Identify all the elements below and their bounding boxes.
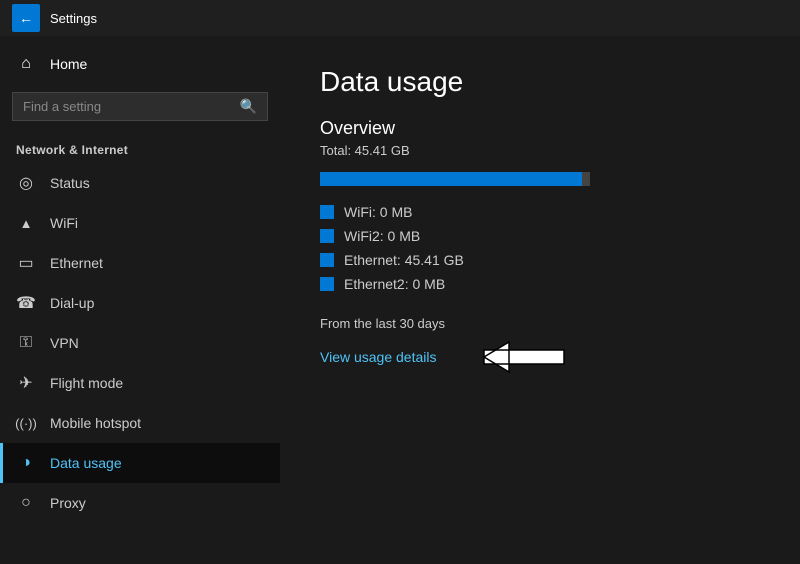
progress-bar (320, 172, 590, 186)
data-usage-icon: ◑ (16, 453, 36, 473)
sidebar-home-label: Home (50, 56, 87, 72)
usage-dot-wifi2 (320, 229, 334, 243)
title-bar: ← Settings (0, 0, 800, 36)
usage-dot-ethernet2 (320, 277, 334, 291)
from-label: From the last 30 days (320, 316, 760, 331)
sidebar-item-proxy[interactable]: ○ Proxy (0, 483, 280, 523)
sidebar-item-dialup[interactable]: ☎ Dial-up (0, 283, 280, 323)
search-box: 🔍 (12, 92, 268, 121)
usage-items-list: WiFi: 0 MB WiFi2: 0 MB Ethernet: 45.41 G… (320, 204, 760, 292)
sidebar-item-wifi[interactable]: ▲ WiFi (0, 203, 280, 243)
sidebar-item-label: Status (50, 175, 90, 191)
usage-dot-wifi (320, 205, 334, 219)
usage-item-wifi2: WiFi2: 0 MB (320, 228, 760, 244)
overview-title: Overview (320, 118, 760, 139)
home-icon: ⌂ (16, 54, 36, 74)
status-icon: ◎ (16, 173, 36, 193)
sidebar-item-label: VPN (50, 335, 79, 351)
sidebar-item-home[interactable]: ⌂ Home (0, 44, 280, 84)
sidebar-item-status[interactable]: ◎ Status (0, 163, 280, 203)
usage-item-ethernet-label: Ethernet: 45.41 GB (344, 252, 464, 268)
usage-item-wifi2-label: WiFi2: 0 MB (344, 228, 420, 244)
page-title: Data usage (320, 66, 760, 98)
mobile-hotspot-icon: ((·)) (16, 413, 36, 433)
proxy-icon: ○ (16, 493, 36, 513)
sidebar-item-label: Flight mode (50, 375, 123, 391)
sidebar-section-title: Network & Internet (0, 129, 280, 163)
window-title: Settings (50, 11, 97, 26)
content-area: Data usage Overview Total: 45.41 GB WiFi… (280, 36, 800, 564)
sidebar-item-flight-mode[interactable]: ✈ Flight mode (0, 363, 280, 403)
usage-item-ethernet: Ethernet: 45.41 GB (320, 252, 760, 268)
vpn-icon: ⚿ (16, 333, 36, 353)
back-icon: ← (19, 10, 33, 26)
usage-item-ethernet2-label: Ethernet2: 0 MB (344, 276, 445, 292)
sidebar-item-mobile-hotspot[interactable]: ((·)) Mobile hotspot (0, 403, 280, 443)
sidebar-item-label: Data usage (50, 455, 122, 471)
usage-item-ethernet2: Ethernet2: 0 MB (320, 276, 760, 292)
back-button[interactable]: ← (12, 4, 40, 32)
sidebar: ⌂ Home 🔍 Network & Internet ◎ Status ▲ W… (0, 36, 280, 564)
search-input[interactable] (23, 99, 232, 114)
arrow-annotation (454, 337, 584, 377)
sidebar-item-label: Mobile hotspot (50, 415, 141, 431)
sidebar-item-label: Proxy (50, 495, 86, 511)
usage-item-wifi: WiFi: 0 MB (320, 204, 760, 220)
wifi-icon: ▲ (16, 213, 36, 233)
sidebar-item-label: Ethernet (50, 255, 103, 271)
usage-dot-ethernet (320, 253, 334, 267)
ethernet-icon: ▭ (16, 253, 36, 273)
search-icon: 🔍 (240, 98, 257, 115)
progress-bar-fill (320, 172, 582, 186)
sidebar-item-label: Dial-up (50, 295, 94, 311)
sidebar-item-data-usage[interactable]: ◑ Data usage (0, 443, 280, 483)
view-link-container: View usage details (320, 337, 584, 377)
sidebar-item-ethernet[interactable]: ▭ Ethernet (0, 243, 280, 283)
overview-total: Total: 45.41 GB (320, 143, 760, 158)
main-layout: ⌂ Home 🔍 Network & Internet ◎ Status ▲ W… (0, 36, 800, 564)
sidebar-item-label: WiFi (50, 215, 78, 231)
usage-item-wifi-label: WiFi: 0 MB (344, 204, 412, 220)
view-usage-details-link[interactable]: View usage details (320, 349, 436, 365)
dialup-icon: ☎ (16, 293, 36, 313)
flight-mode-icon: ✈ (16, 373, 36, 393)
sidebar-item-vpn[interactable]: ⚿ VPN (0, 323, 280, 363)
